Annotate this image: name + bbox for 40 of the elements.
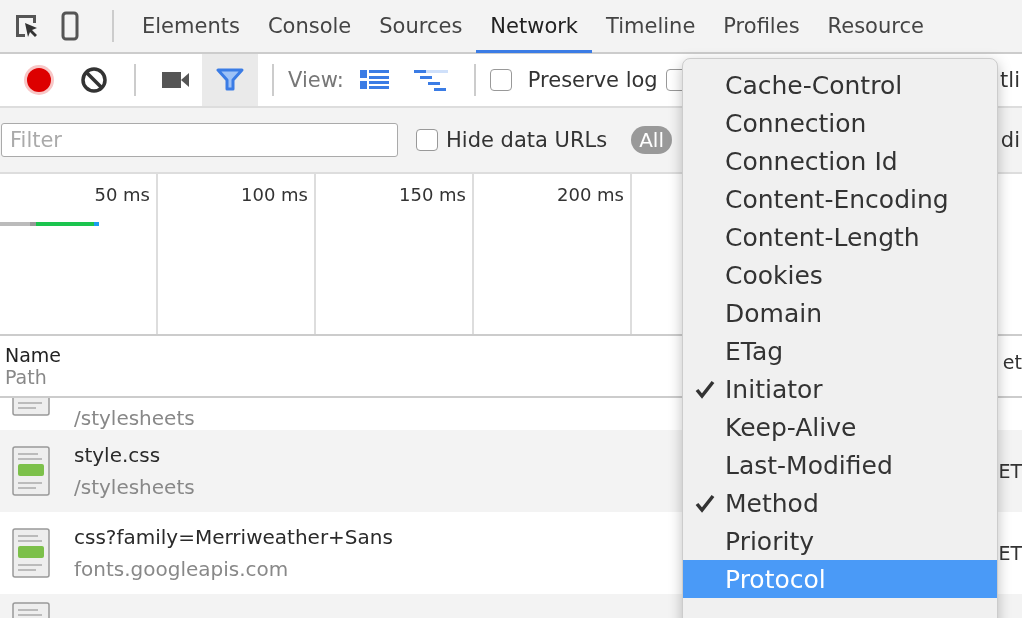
menu-item[interactable]: Initiator — [683, 370, 997, 408]
tab[interactable]: Network — [476, 1, 593, 53]
tab[interactable]: Profiles — [709, 1, 814, 53]
menu-item[interactable]: Method — [683, 484, 997, 522]
menu-item[interactable]: Connection — [683, 104, 997, 142]
menu-item[interactable]: Keep-Alive — [683, 408, 997, 446]
time-tick-label: 200 ms — [557, 184, 624, 205]
time-tick-label: 50 ms — [94, 184, 150, 205]
menu-item[interactable]: Content-Length — [683, 218, 997, 256]
time-tick-label: 100 ms — [241, 184, 308, 205]
tab[interactable]: Sources — [365, 1, 477, 53]
file-path: fonts.googleapis.com — [74, 557, 289, 581]
tab[interactable]: Console — [253, 1, 366, 53]
column-header[interactable]: et — [1002, 351, 1022, 373]
menu-item[interactable]: Domain — [683, 294, 997, 332]
view-label: View: — [288, 68, 344, 92]
menu-item[interactable]: Content-Encoding — [683, 180, 997, 218]
filter-bar-text: di — [1000, 128, 1021, 152]
column-subheader: Path — [5, 366, 48, 388]
method-cell: ET — [998, 542, 1022, 564]
file-path: /stylesheets — [74, 406, 195, 430]
menu-item[interactable]: ETag — [683, 332, 997, 370]
time-tick-label: 150 ms — [399, 184, 466, 205]
filter-field[interactable]: Filter — [1, 123, 398, 157]
tab[interactable]: Timeline — [592, 1, 710, 53]
file-path: /stylesheets — [74, 475, 195, 499]
file-name[interactable]: css?family=Merriweather+Sans — [74, 525, 393, 549]
tab[interactable]: Resource — [813, 1, 938, 53]
menu-item[interactable]: Cookies — [683, 256, 997, 294]
menu-item[interactable]: Last-Modified — [683, 446, 997, 484]
menu-item[interactable]: Priority — [683, 522, 997, 560]
checkbox-label[interactable]: Hide data URLs — [446, 128, 608, 152]
menu-item[interactable]: Cache-Control — [683, 66, 997, 104]
file-name[interactable]: style.css — [74, 443, 161, 467]
method-cell: ET — [998, 460, 1022, 482]
menu-item[interactable]: Connection Id — [683, 142, 997, 180]
column-header[interactable]: Name — [5, 344, 62, 366]
toolbar-text: tli — [1000, 68, 1021, 92]
checkbox-label[interactable]: Preserve log — [527, 68, 658, 92]
tab[interactable]: Elements — [128, 1, 254, 53]
